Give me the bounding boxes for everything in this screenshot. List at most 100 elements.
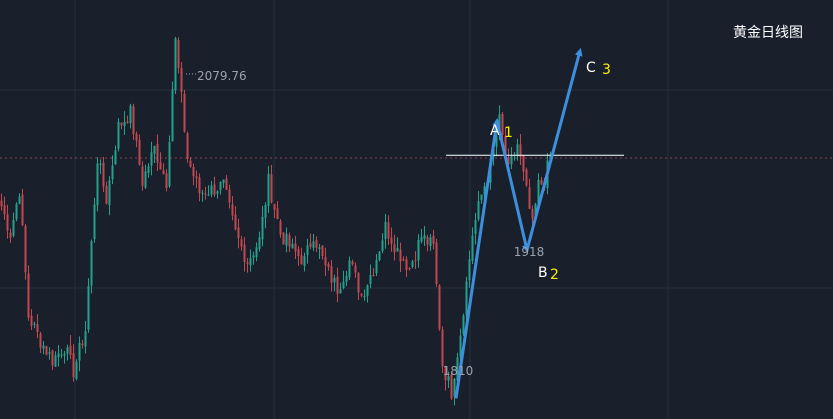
candle-body bbox=[30, 315, 33, 326]
candle-body bbox=[204, 193, 207, 195]
candle-body bbox=[192, 166, 195, 177]
candle-body bbox=[276, 208, 279, 220]
candle-body bbox=[528, 187, 531, 209]
candle-body bbox=[168, 142, 171, 187]
candle-body bbox=[162, 170, 165, 174]
candle-body bbox=[0, 200, 3, 207]
candle-body bbox=[141, 166, 144, 186]
candle-body bbox=[222, 179, 225, 183]
candle-body bbox=[300, 255, 303, 265]
candle-body bbox=[147, 166, 150, 174]
candle-body bbox=[12, 219, 15, 236]
candle-body bbox=[366, 285, 369, 296]
candle-body bbox=[462, 315, 465, 334]
candle-body bbox=[189, 160, 192, 167]
candle-body bbox=[381, 240, 384, 252]
candle-body bbox=[54, 355, 57, 367]
candle-body bbox=[42, 345, 45, 349]
candle-body bbox=[312, 241, 315, 248]
candle-body bbox=[207, 194, 210, 196]
candle-body bbox=[393, 244, 396, 253]
candle-body bbox=[273, 204, 276, 210]
candle-body bbox=[102, 162, 105, 187]
candle-body bbox=[144, 171, 147, 188]
candle-body bbox=[327, 264, 330, 267]
candle-body bbox=[243, 244, 246, 262]
candle-body bbox=[255, 247, 258, 258]
candle-body bbox=[408, 268, 411, 270]
candle-body bbox=[186, 133, 189, 160]
candle-body bbox=[24, 225, 27, 273]
candle-body bbox=[318, 247, 321, 249]
candle-body bbox=[426, 237, 429, 245]
candle-body bbox=[267, 173, 270, 206]
candle-body bbox=[270, 174, 273, 203]
candle-body bbox=[174, 38, 177, 91]
candle-body bbox=[57, 353, 60, 358]
candle-body bbox=[324, 256, 327, 266]
candle-body bbox=[108, 180, 111, 206]
candle-body bbox=[126, 121, 129, 124]
candle-body bbox=[285, 233, 288, 246]
low-price-label: 1810 bbox=[443, 364, 474, 378]
high-price-label: 2079.76 bbox=[197, 69, 247, 83]
candle-body bbox=[249, 258, 252, 266]
candle-body bbox=[465, 281, 468, 316]
candle-body bbox=[306, 245, 309, 256]
candle-body bbox=[114, 150, 117, 165]
candle-body bbox=[234, 214, 237, 230]
candle-body bbox=[6, 214, 9, 231]
candle-body bbox=[477, 201, 480, 220]
gold-daily-chart: 2079.76 1810 1918 A 1 B 2 C 3 黄金日线图 bbox=[0, 0, 833, 419]
candle-body bbox=[351, 261, 354, 265]
candle-body bbox=[282, 232, 285, 245]
candle-body bbox=[216, 191, 219, 194]
candle-body bbox=[69, 345, 72, 355]
candle-body bbox=[39, 333, 42, 348]
candle-body bbox=[291, 243, 294, 249]
candle-body bbox=[294, 243, 297, 252]
candle-body bbox=[210, 185, 213, 195]
candle-body bbox=[180, 67, 183, 93]
candle-body bbox=[288, 235, 291, 247]
chart-background bbox=[0, 0, 833, 419]
candle-body bbox=[342, 281, 345, 289]
candle-body bbox=[429, 237, 432, 247]
candle-body bbox=[75, 361, 78, 379]
candle-body bbox=[60, 354, 63, 356]
candle-body bbox=[423, 235, 426, 239]
candle-body bbox=[231, 204, 234, 216]
candle-body bbox=[177, 40, 180, 68]
candle-body bbox=[87, 285, 90, 330]
candle-body bbox=[450, 374, 453, 399]
candle-body bbox=[159, 162, 162, 170]
candle-body bbox=[123, 121, 126, 127]
candle-body bbox=[396, 247, 399, 252]
candle-body bbox=[93, 204, 96, 240]
candle-body bbox=[264, 204, 267, 218]
candle-body bbox=[339, 289, 342, 294]
candle-body bbox=[261, 216, 264, 240]
candle-body bbox=[246, 262, 249, 264]
candle-body bbox=[63, 353, 66, 356]
candle-body bbox=[21, 194, 24, 226]
candle-body bbox=[384, 221, 387, 240]
candle-body bbox=[417, 239, 420, 261]
wave-label-c: C bbox=[586, 60, 596, 76]
candle-body bbox=[129, 105, 132, 124]
candle-body bbox=[258, 237, 261, 250]
candle-body bbox=[510, 156, 513, 165]
candle-body bbox=[240, 239, 243, 247]
candle-body bbox=[117, 121, 120, 149]
candle-body bbox=[303, 256, 306, 266]
candle-body bbox=[111, 165, 114, 180]
candle-body bbox=[150, 152, 153, 166]
candle-body bbox=[213, 184, 216, 195]
candle-body bbox=[420, 237, 423, 242]
candle-body bbox=[18, 196, 21, 205]
candle-body bbox=[474, 220, 477, 234]
candle-body bbox=[315, 240, 318, 248]
candle-body bbox=[132, 106, 135, 135]
candle-body bbox=[99, 163, 102, 165]
wave-number-3: 3 bbox=[602, 62, 611, 78]
